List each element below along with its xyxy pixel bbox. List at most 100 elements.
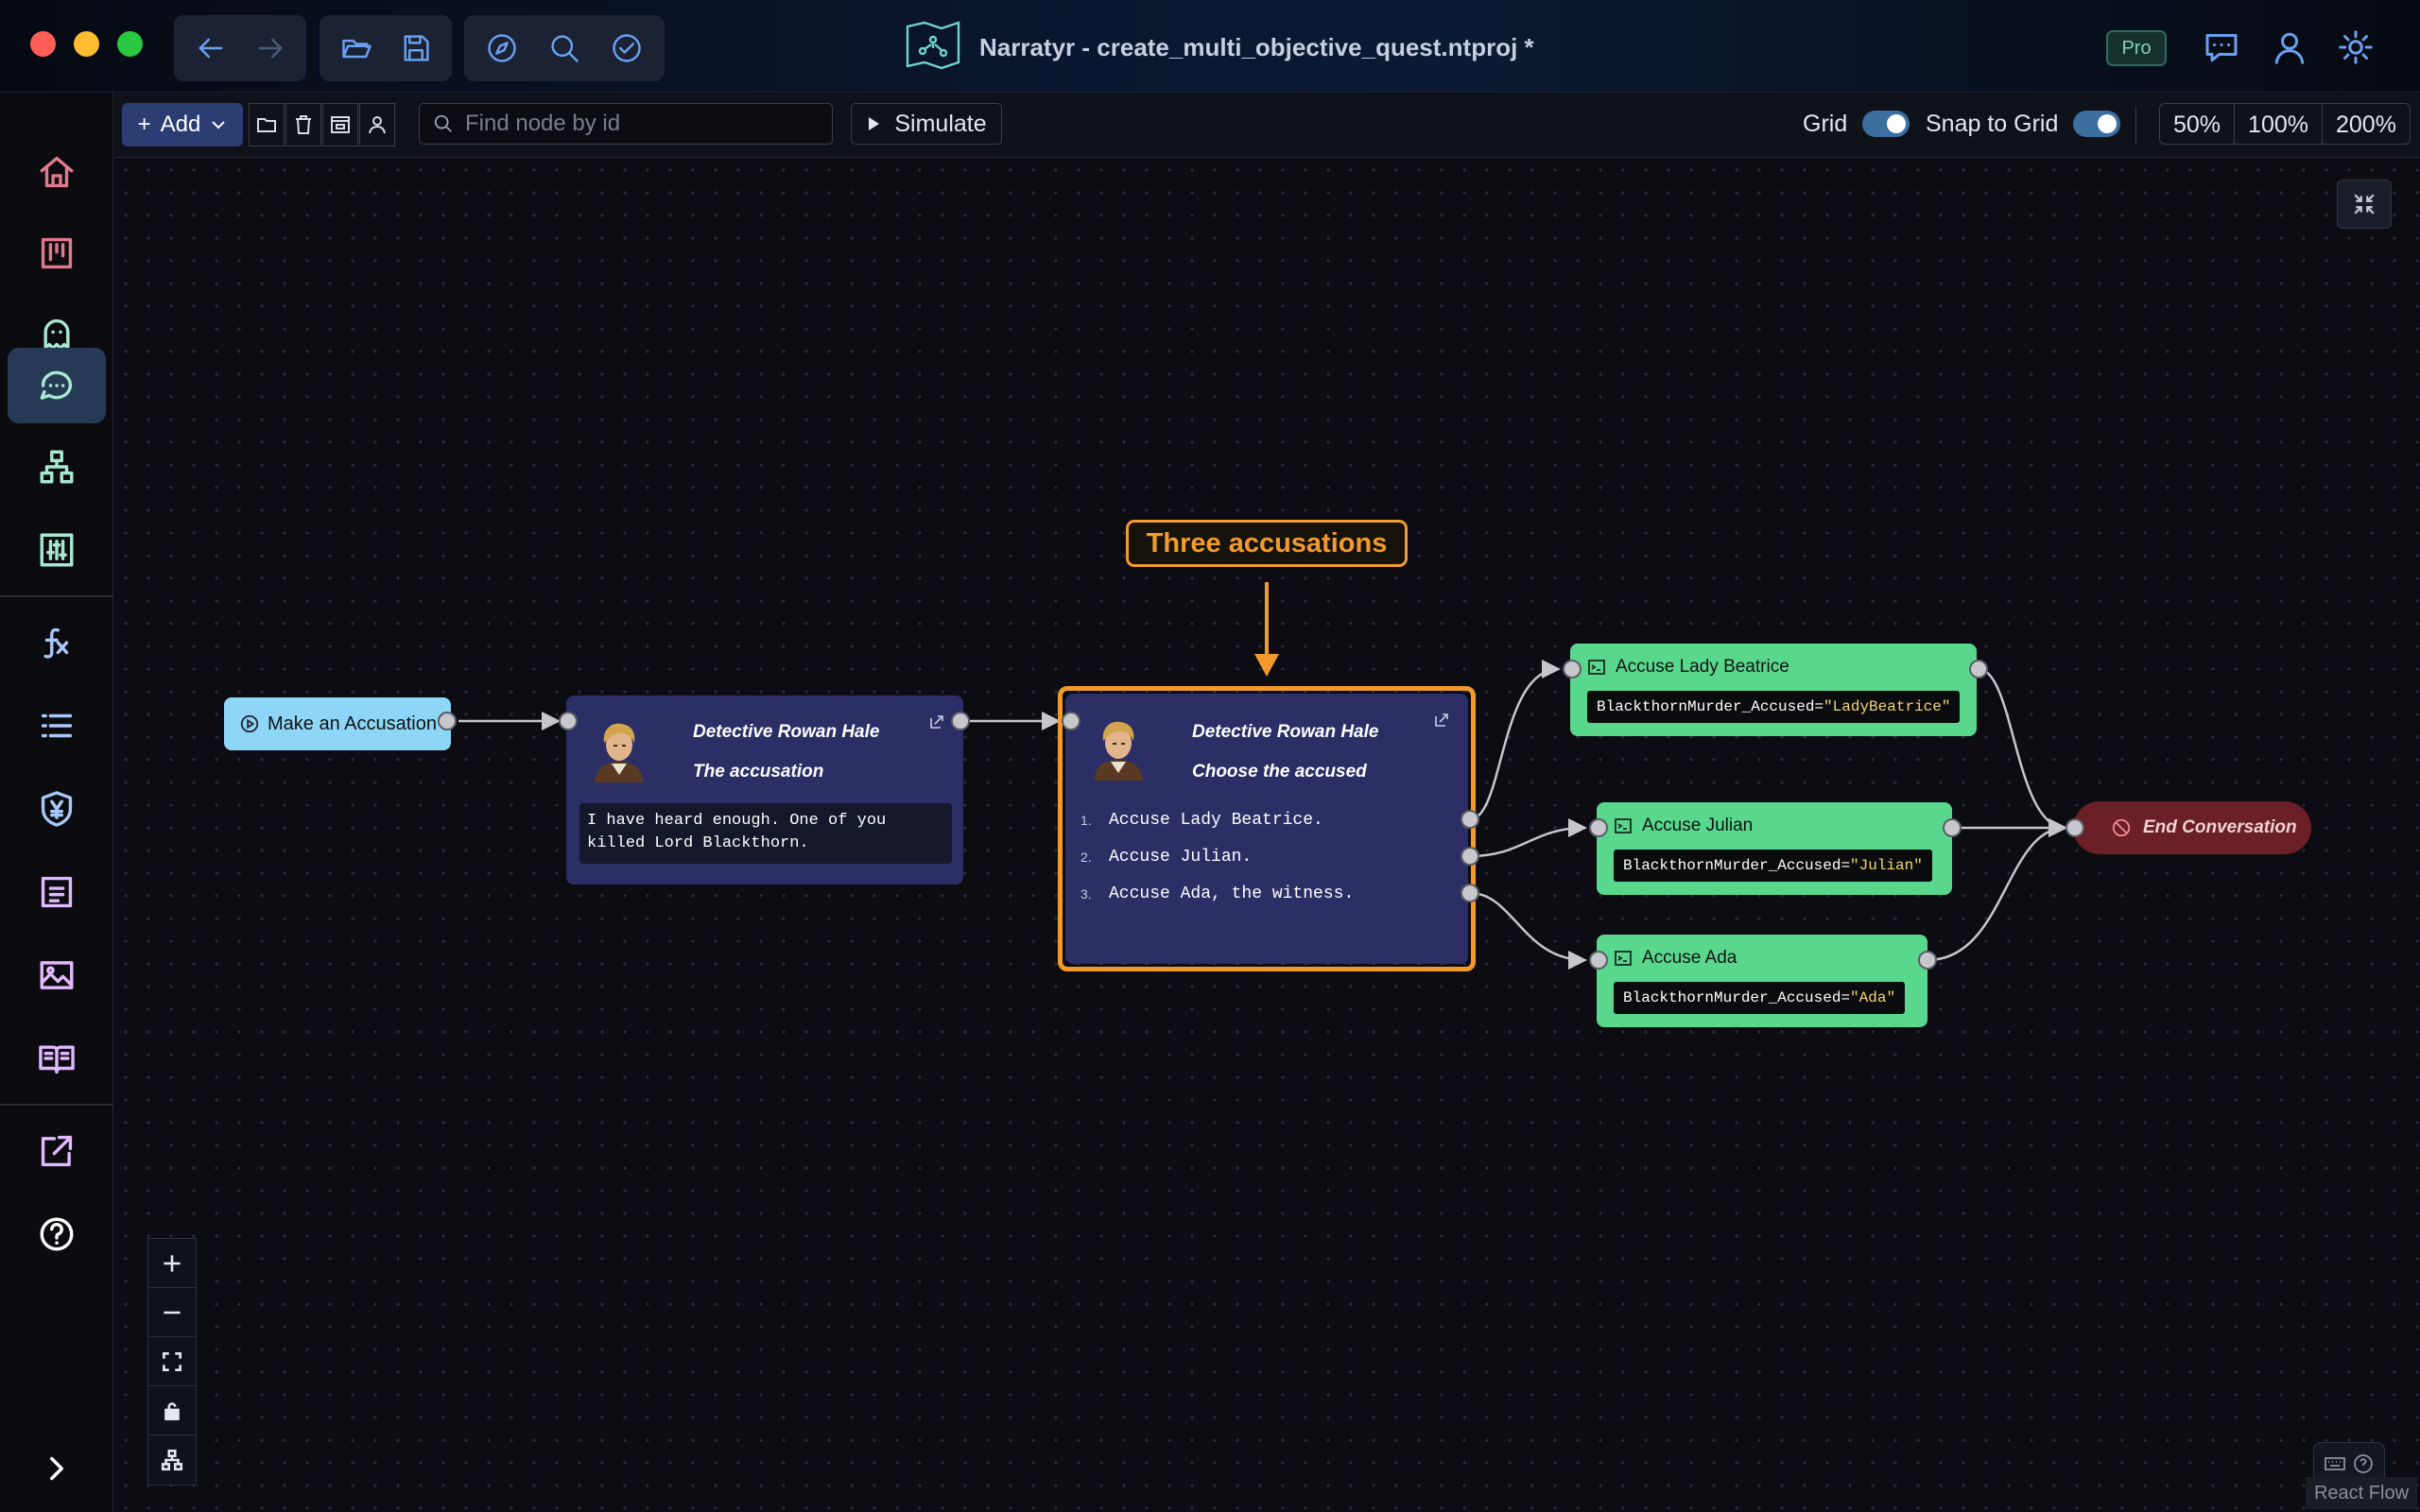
sidebar-item-dialogue[interactable]: [8, 348, 106, 423]
project-title: Narratyr - create_multi_objective_quest.…: [979, 32, 1534, 61]
sidebar-item-lists[interactable]: [8, 688, 106, 764]
zoom-in-button[interactable]: [148, 1239, 196, 1288]
open-project-button[interactable]: [333, 22, 379, 75]
search-button[interactable]: [540, 22, 589, 75]
edge-choice2-to-julian[interactable]: [1469, 818, 1587, 858]
zoom-100-button[interactable]: 100%: [2235, 104, 2323, 144]
lock-button[interactable]: [148, 1386, 196, 1435]
open-node-button[interactable]: [927, 713, 946, 731]
edge-choice1-to-beatrice[interactable]: [1469, 660, 1561, 821]
edge-beatrice-to-end[interactable]: [1978, 667, 2067, 837]
choice-1-output-handle[interactable]: [1461, 810, 1479, 829]
ada-input-handle[interactable]: [1589, 951, 1608, 970]
zoom-200-button[interactable]: 200%: [2323, 104, 2410, 144]
file-group: [320, 15, 452, 81]
graph-canvas[interactable]: Make an Accusation Detective Rowan Hale …: [114, 159, 2420, 1512]
grid-toggle[interactable]: [1862, 111, 1910, 137]
save-button[interactable]: [392, 22, 439, 75]
instruction-code: BlackthornMurder_Accused = "Ada": [1614, 982, 1906, 1014]
choice-2-output-handle[interactable]: [1461, 847, 1479, 866]
delete-button[interactable]: [285, 103, 321, 146]
code-value: "LadyBeatrice": [1824, 698, 1951, 715]
instruction-node-beatrice[interactable]: Accuse Lady Beatrice BlackthornMurder_Ac…: [1570, 644, 1977, 736]
snap-to-grid-toggle[interactable]: [2073, 111, 2121, 137]
add-node-button[interactable]: + Add: [122, 103, 243, 146]
window-minimize-button[interactable]: [74, 31, 99, 57]
character-button[interactable]: [359, 103, 395, 146]
title-bar: Narratyr - create_multi_objective_quest.…: [0, 0, 2420, 93]
feedback-button[interactable]: [2199, 25, 2244, 70]
account-button[interactable]: [2267, 25, 2312, 70]
pro-badge[interactable]: Pro: [2106, 30, 2167, 66]
choice-3-output-handle[interactable]: [1461, 884, 1479, 902]
beatrice-input-handle[interactable]: [1563, 660, 1582, 679]
code-value: "Julian": [1850, 857, 1923, 874]
sidebar-item-codex[interactable]: [8, 1021, 106, 1096]
auto-layout-button[interactable]: [148, 1435, 196, 1485]
dialogue-node-accusation-input-handle[interactable]: [559, 712, 578, 730]
new-folder-button[interactable]: [249, 103, 285, 146]
julian-input-handle[interactable]: [1589, 818, 1608, 837]
instruction-title-text: Accuse Lady Beatrice: [1616, 657, 1789, 677]
dialogue-node-choose-accused-input-handle[interactable]: [1062, 712, 1080, 730]
fit-view-button[interactable]: [2337, 180, 2392, 229]
annotation-note[interactable]: Three accusations: [1126, 520, 1408, 567]
image-icon: [40, 961, 74, 989]
terminal-icon: [1615, 818, 1632, 833]
beatrice-output-handle[interactable]: [1969, 660, 1988, 679]
sidebar-item-export[interactable]: [8, 1113, 106, 1189]
window-close-button[interactable]: [30, 31, 56, 57]
back-button[interactable]: [187, 22, 233, 75]
instruction-node-julian[interactable]: Accuse Julian BlackthornMurder_Accused =…: [1597, 802, 1952, 895]
fit-screen-button[interactable]: [148, 1337, 196, 1386]
window-maximize-button[interactable]: [117, 31, 143, 57]
start-node[interactable]: Make an Accusation: [224, 697, 451, 750]
keyboard-icon: [2325, 1457, 2345, 1470]
zoom-out-button[interactable]: [148, 1288, 196, 1337]
sidebar-divider: [0, 595, 113, 597]
grid-toggle-group: Grid: [1803, 105, 1910, 143]
search-icon: [551, 35, 579, 62]
currency-shield-icon: [41, 791, 73, 827]
sidebar-divider: [0, 1104, 113, 1106]
sidebar-item-variables[interactable]: [8, 512, 106, 588]
sidebar-item-assets[interactable]: [8, 937, 106, 1013]
folder-open-icon: [341, 39, 372, 59]
instruction-node-ada[interactable]: Accuse Ada BlackthornMurder_Accused = "A…: [1597, 935, 1927, 1027]
sidebar-item-help[interactable]: [8, 1196, 106, 1272]
hierarchy-icon: [40, 450, 74, 484]
sidebar-expand-button[interactable]: [8, 1431, 106, 1506]
instruction-title: Accuse Lady Beatrice: [1587, 657, 1789, 678]
dialogue-node-accusation[interactable]: Detective Rowan Hale The accusation I ha…: [566, 696, 963, 885]
save-icon: [404, 35, 429, 61]
sidebar-item-home[interactable]: [8, 134, 106, 210]
julian-output-handle[interactable]: [1943, 818, 1962, 837]
edge-choice3-to-ada[interactable]: [1469, 891, 1587, 970]
sidebar-item-quests[interactable]: [8, 429, 106, 505]
end-conversation-node[interactable]: End Conversation: [2073, 801, 2311, 854]
trash-icon: [296, 115, 311, 134]
zoom-50-button[interactable]: 50%: [2160, 104, 2236, 144]
node-search-field[interactable]: [419, 103, 833, 145]
react-flow-attribution[interactable]: React Flow: [2306, 1477, 2417, 1509]
forward-button[interactable]: [247, 22, 293, 75]
sidebar-item-board[interactable]: [8, 215, 106, 291]
navigate-button[interactable]: [477, 22, 527, 75]
window-title: Narratyr - create_multi_objective_quest.…: [904, 19, 1534, 76]
play-circle-icon: [240, 714, 259, 733]
sidebar-item-documents[interactable]: [8, 854, 106, 930]
search-icon: [434, 114, 452, 132]
annotation-arrowhead: [1254, 654, 1279, 677]
start-node-output-handle[interactable]: [438, 712, 457, 730]
chat-icon: [2205, 34, 2238, 62]
ada-output-handle[interactable]: [1918, 951, 1937, 970]
simulate-button[interactable]: Simulate: [851, 103, 1002, 145]
dialogue-node-accusation-output-handle[interactable]: [951, 712, 970, 730]
sidebar-item-functions[interactable]: [8, 605, 106, 680]
settings-button[interactable]: [2333, 25, 2378, 70]
validate-button[interactable]: [602, 22, 651, 75]
end-node-input-handle[interactable]: [2066, 818, 2084, 837]
layout-button[interactable]: [322, 103, 358, 146]
sidebar-item-economy[interactable]: [8, 771, 106, 847]
node-search-input[interactable]: [465, 111, 824, 137]
